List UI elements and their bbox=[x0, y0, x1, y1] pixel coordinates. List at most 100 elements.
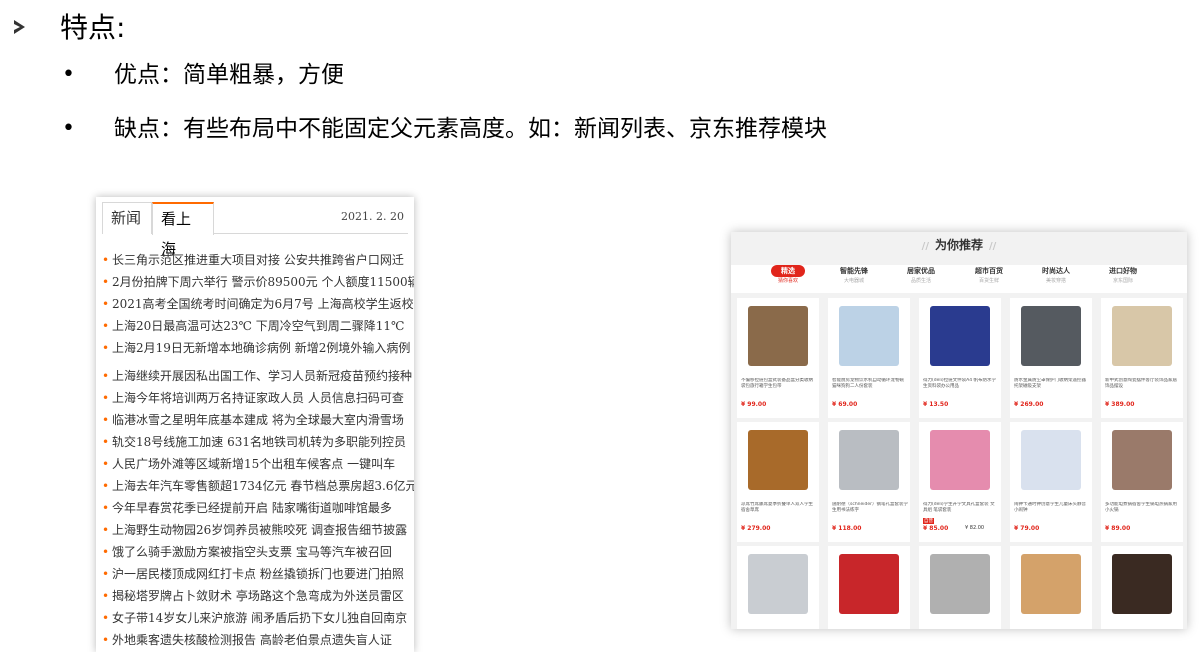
recommend-tab-subtitle: 猜你喜欢 bbox=[777, 278, 798, 284]
product-card[interactable] bbox=[1101, 546, 1183, 629]
news-item-text[interactable]: 上海继续开展因私出国工作、学习人员新冠疫苗预约接种 bbox=[112, 369, 412, 383]
news-item-text[interactable]: 人民广场外滩等区域新增15个出租车候客点 一键叫车 bbox=[112, 457, 395, 471]
recommend-tab-label: 精选 bbox=[771, 265, 805, 277]
news-bullet-icon: • bbox=[102, 275, 110, 289]
product-description[interactable]: 不偏移拉链包盒式装备品盒分类收纳袋包旅行箱学生包带 bbox=[741, 378, 817, 390]
recommend-tab-label: 超市百货 bbox=[975, 267, 1003, 275]
product-image[interactable] bbox=[748, 554, 808, 614]
news-item[interactable]: • 上海继续开展因私出国工作、学习人员新冠疫苗预约接种 bbox=[102, 365, 414, 387]
bullet-dot-icon: • bbox=[62, 62, 75, 87]
product-card[interactable]: 不偏移拉链包盒式装备品盒分类收纳袋包旅行箱学生包带 ¥ 99.00 bbox=[737, 298, 819, 418]
product-description[interactable]: 得力(deli)拉链文件袋A4 帆布防水学生资料袋办公用品 bbox=[923, 378, 999, 390]
product-image[interactable] bbox=[748, 306, 808, 366]
news-item-text[interactable]: 2021高考全国统考时间确定为6月7号 上海高校学生返校 bbox=[112, 297, 414, 311]
recommend-tab[interactable]: 超市百货 百货生鲜 bbox=[954, 265, 1024, 286]
news-item[interactable]: • 沪一居民楼顶成网红打卡点 粉丝撬锁拆门也要进门拍照 bbox=[102, 563, 414, 585]
product-image[interactable] bbox=[839, 430, 899, 490]
news-item[interactable]: • 外地乘客遗失核酸检测报告 高龄老伯景点遗失盲人证 bbox=[102, 629, 414, 651]
news-item[interactable]: • 饿了么骑手激励方案被指空头支票 宝马等汽车被召回 bbox=[102, 541, 414, 563]
news-item[interactable]: • 人民广场外滩等区域新增15个出租车候客点 一键叫车 bbox=[102, 453, 414, 475]
recommend-tab-label: 居家优品 bbox=[907, 267, 935, 275]
news-item[interactable]: • 临港冰雪之星明年底基本建成 将为全球最大室内滑雪场 bbox=[102, 409, 414, 431]
news-item[interactable]: • 上海2月19日无新增本地确诊病例 新增2例境外输入病例 bbox=[102, 337, 414, 359]
product-image[interactable] bbox=[1021, 430, 1081, 490]
product-image[interactable] bbox=[1021, 554, 1081, 614]
product-description[interactable]: 智能厨房宠物饮水机自动循环宠物碗猫咪狗狗二人份套装 bbox=[832, 378, 908, 390]
news-item[interactable]: • 上海野生动物园26岁饲养员被熊咬死 调查报告细节披露 bbox=[102, 519, 414, 541]
product-description[interactable]: 得力(deli)学生开学文具礼盒套装 文具组 笔袋套装 bbox=[923, 502, 999, 514]
product-description[interactable]: 多功能电煮锅宿舍学生锅电热锅家用小火锅 bbox=[1105, 502, 1181, 514]
bullet-dot-icon: • bbox=[62, 116, 75, 141]
recommend-tab[interactable]: 智能先锋 大电器城 bbox=[819, 265, 889, 286]
news-item[interactable]: • 长三角示范区推进重大项目对接 公安共推跨省户口网迁 bbox=[102, 249, 414, 271]
product-image[interactable] bbox=[1112, 306, 1172, 366]
news-item-text[interactable]: 上海2月19日无新增本地确诊病例 新增2例境外输入病例 bbox=[112, 341, 410, 355]
news-item-text[interactable]: 揭秘塔罗牌占卜敛财术 亭场路这个急弯成为外送员雷区 bbox=[112, 589, 404, 603]
news-bullet-icon: • bbox=[102, 501, 110, 515]
news-item-text[interactable]: 外地乘客遗失核酸检测报告 高龄老伯景点遗失盲人证 bbox=[112, 633, 392, 647]
recommend-tab[interactable]: 时尚达人 美妆穿搭 bbox=[1021, 265, 1091, 286]
product-image[interactable] bbox=[839, 306, 899, 366]
news-item-text[interactable]: 长三角示范区推进重大项目对接 公安共推跨省户口网迁 bbox=[112, 253, 404, 267]
product-description[interactable]: 防水金属防尘罩保护门收纳架遥控器托架磁吸支架 bbox=[1014, 378, 1090, 390]
product-card[interactable]: 卡尔商城 bbox=[737, 546, 819, 629]
news-item-text[interactable]: 上海去年汽车零售额超1734亿元 春节档总票房超3.6亿元 bbox=[112, 479, 414, 493]
product-description[interactable]: 闹钟卡通时钟创意学生儿童床头静音小闹钟 bbox=[1014, 502, 1090, 514]
product-price: ¥ 89.00 bbox=[1105, 525, 1131, 532]
news-date: 2021. 2. 20 bbox=[341, 210, 404, 223]
news-item[interactable]: • 2021高考全国统考时间确定为6月7号 上海高校学生返校 bbox=[102, 293, 414, 315]
product-image[interactable] bbox=[748, 430, 808, 490]
product-description[interactable]: 施耐德（schneider）钢笔礼盒套装学生用书法练字 bbox=[832, 502, 908, 514]
news-bullet-icon: • bbox=[102, 341, 110, 355]
recommend-tab[interactable]: 进口好物 京东国际 bbox=[1088, 265, 1158, 286]
news-item-text[interactable]: 临港冰雪之星明年底基本建成 将为全球最大室内滑雪场 bbox=[112, 413, 404, 427]
news-item[interactable]: • 上海20日最高温可达23℃ 下周冷空气到周二骤降11℃ bbox=[102, 315, 414, 337]
news-item-text[interactable]: 轨交18号线施工加速 631名地铁司机转为多职能列控员 bbox=[112, 435, 406, 449]
recommend-tab[interactable]: 精选 猜你喜欢 bbox=[753, 265, 823, 286]
tab-news[interactable]: 新闻 bbox=[102, 202, 152, 234]
product-description[interactable]: 凉席竹席藤席夏季折叠单人双人学生宿舍草席 bbox=[741, 502, 817, 514]
news-item[interactable]: • 揭秘塔罗牌占卜敛财术 亭场路这个急弯成为外送员雷区 bbox=[102, 585, 414, 607]
product-card[interactable] bbox=[919, 546, 1001, 629]
product-image[interactable] bbox=[1112, 554, 1172, 614]
product-image[interactable] bbox=[930, 306, 990, 366]
product-card[interactable] bbox=[1010, 546, 1092, 629]
product-card[interactable]: 智能厨房宠物饮水机自动循环宠物碗猫咪狗狗二人份套装 ¥ 69.00 bbox=[828, 298, 910, 418]
news-item[interactable]: • 轨交18号线施工加速 631名地铁司机转为多职能列控员 bbox=[102, 431, 414, 453]
product-image[interactable] bbox=[839, 554, 899, 614]
product-card[interactable]: 新中式创意陶瓷摆件客厅装饰品家居饰品摆设 ¥ 389.00 bbox=[1101, 298, 1183, 418]
news-item[interactable]: • 上海今年将培训两万名持证家政人员 人员信息扫码可查 bbox=[102, 387, 414, 409]
news-item[interactable]: • 2月份拍牌下周六举行 警示价89500元 个人额度11500辆 bbox=[102, 271, 414, 293]
news-item-text[interactable]: 今年早春赏花季已经提前开启 陆家嘴街道咖啡馆最多 bbox=[112, 501, 392, 515]
news-item-text[interactable]: 2月份拍牌下周六举行 警示价89500元 个人额度11500辆 bbox=[112, 275, 414, 289]
news-item[interactable]: • 上海去年汽车零售额超1734亿元 春节档总票房超3.6亿元 bbox=[102, 475, 414, 497]
product-description[interactable]: 新中式创意陶瓷摆件客厅装饰品家居饰品摆设 bbox=[1105, 378, 1181, 390]
product-card[interactable]: 凉席竹席藤席夏季折叠单人双人学生宿舍草席 ¥ 279.00 bbox=[737, 422, 819, 542]
tab-shanghai[interactable]: 看上海 bbox=[152, 202, 214, 258]
product-image[interactable] bbox=[1021, 306, 1081, 366]
news-bullet-icon: • bbox=[102, 611, 110, 625]
product-card[interactable]: 得力(deli)学生开学文具礼盒套装 文具组 笔袋套装 自营 ¥ 85.00 ¥ 82… bbox=[919, 422, 1001, 542]
product-card[interactable]: 得力(deli)拉链文件袋A4 帆布防水学生资料袋办公用品 ¥ 13.50 bbox=[919, 298, 1001, 418]
product-card[interactable]: 多功能电煮锅宿舍学生锅电热锅家用小火锅 ¥ 89.00 bbox=[1101, 422, 1183, 542]
product-card[interactable]: 施耐德（schneider）钢笔礼盒套装学生用书法练字 ¥ 118.00 bbox=[828, 422, 910, 542]
product-card[interactable] bbox=[828, 546, 910, 629]
news-item-text[interactable]: 饿了么骑手激励方案被指空头支票 宝马等汽车被召回 bbox=[112, 545, 392, 559]
news-item[interactable]: • 女子带14岁女儿来沪旅游 闹矛盾后扔下女儿独自回南京 bbox=[102, 607, 414, 629]
news-bullet-icon: • bbox=[102, 545, 110, 559]
news-bullet-icon: • bbox=[102, 319, 110, 333]
news-item-text[interactable]: 上海今年将培训两万名持证家政人员 人员信息扫码可查 bbox=[112, 391, 404, 405]
news-item[interactable]: • 今年早春赏花季已经提前开启 陆家嘴街道咖啡馆最多 bbox=[102, 497, 414, 519]
product-image[interactable] bbox=[1112, 430, 1172, 490]
news-item-text[interactable]: 沪一居民楼顶成网红打卡点 粉丝撬锁拆门也要进门拍照 bbox=[112, 567, 404, 581]
news-item-text[interactable]: 女子带14岁女儿来沪旅游 闹矛盾后扔下女儿独自回南京 bbox=[112, 611, 407, 625]
news-item-text[interactable]: 上海20日最高温可达23℃ 下周冷空气到周二骤降11℃ bbox=[112, 319, 404, 333]
product-image[interactable] bbox=[930, 554, 990, 614]
product-image[interactable] bbox=[930, 430, 990, 490]
news-bullet-icon: • bbox=[102, 435, 110, 449]
recommend-tab[interactable]: 居家优品 品质生活 bbox=[886, 265, 956, 286]
product-card[interactable]: 闹钟卡通时钟创意学生儿童床头静音小闹钟 ¥ 79.00 bbox=[1010, 422, 1092, 542]
product-card[interactable]: 防水金属防尘罩保护门收纳架遥控器托架磁吸支架 ¥ 269.00 bbox=[1010, 298, 1092, 418]
news-item-text[interactable]: 上海野生动物园26岁饲养员被熊咬死 调查报告细节披露 bbox=[112, 523, 407, 537]
product-price: ¥ 79.00 bbox=[1014, 525, 1040, 532]
